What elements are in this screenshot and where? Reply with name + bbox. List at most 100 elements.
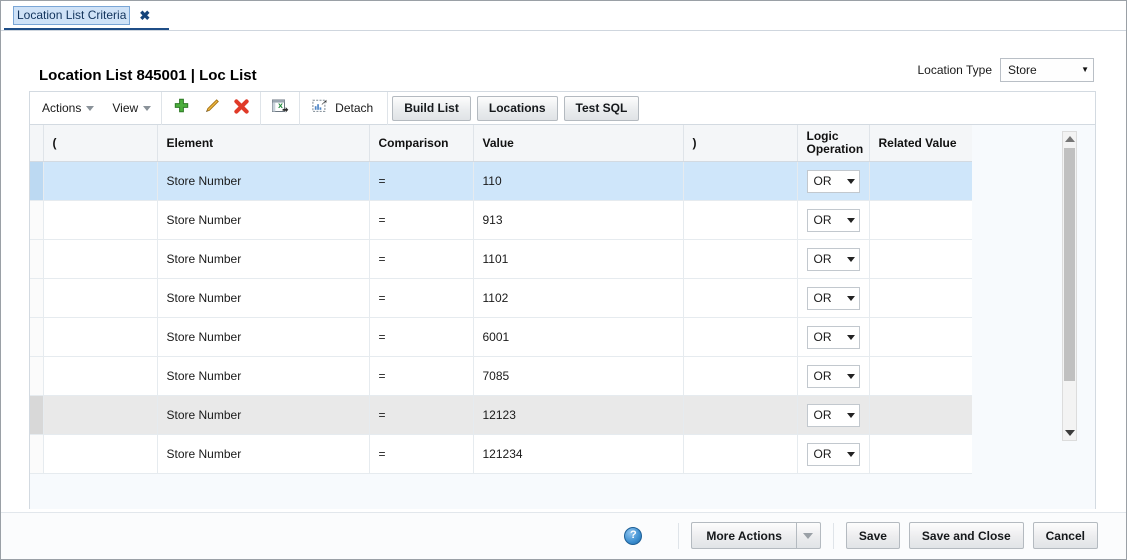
cell-element[interactable]: Store Number <box>157 434 370 474</box>
test-sql-button[interactable]: Test SQL <box>563 95 640 121</box>
cell-paren-close[interactable] <box>683 434 798 474</box>
cell-value[interactable]: 1101 <box>473 239 684 279</box>
cell-comparison[interactable]: = <box>369 434 474 474</box>
scroll-up-arrow-icon[interactable] <box>1063 132 1076 146</box>
row-selector-cell[interactable] <box>30 161 44 201</box>
row-selector-cell[interactable] <box>30 356 44 396</box>
cell-value[interactable]: 1102 <box>473 278 684 318</box>
table-row[interactable]: Store Number = 7085 OR <box>30 356 972 396</box>
column-header-related-value[interactable]: Related Value <box>869 125 972 162</box>
column-header-comparison[interactable]: Comparison <box>369 125 474 162</box>
cell-paren-close[interactable] <box>683 317 798 357</box>
cell-comparison[interactable]: = <box>369 317 474 357</box>
cell-value[interactable]: 7085 <box>473 356 684 396</box>
cell-paren-open[interactable] <box>43 278 158 318</box>
detach-button[interactable]: Detach <box>304 95 383 121</box>
cell-element[interactable]: Store Number <box>157 395 370 435</box>
logic-operation-select[interactable]: OR <box>806 247 860 271</box>
row-selector-cell[interactable] <box>30 278 44 318</box>
close-icon[interactable]: ✖ <box>139 9 150 22</box>
column-header-element[interactable]: Element <box>157 125 370 162</box>
cell-related-value[interactable] <box>869 395 972 435</box>
column-header-logic-operation[interactable]: Logic Operation <box>797 125 870 162</box>
cell-paren-close[interactable] <box>683 395 798 435</box>
cell-paren-open[interactable] <box>43 239 158 279</box>
actions-menu[interactable]: Actions <box>36 98 100 118</box>
cell-related-value[interactable] <box>869 317 972 357</box>
row-selector-cell[interactable] <box>30 200 44 240</box>
cell-related-value[interactable] <box>869 278 972 318</box>
vertical-scrollbar[interactable] <box>1062 131 1077 441</box>
cell-element[interactable]: Store Number <box>157 161 370 201</box>
table-row[interactable]: Store Number = 6001 OR <box>30 317 972 357</box>
cell-related-value[interactable] <box>869 356 972 396</box>
cell-element[interactable]: Store Number <box>157 356 370 396</box>
edit-row-button[interactable] <box>196 95 226 121</box>
cell-comparison[interactable]: = <box>369 239 474 279</box>
cell-related-value[interactable] <box>869 200 972 240</box>
cell-comparison[interactable]: = <box>369 161 474 201</box>
logic-operation-select[interactable]: OR <box>806 208 860 232</box>
table-row[interactable]: Store Number = 110 OR <box>30 161 972 201</box>
cell-paren-open[interactable] <box>43 317 158 357</box>
logic-operation-select[interactable]: OR <box>806 364 860 388</box>
row-selector-cell[interactable] <box>30 434 44 474</box>
table-row[interactable]: Store Number = 1102 OR <box>30 278 972 318</box>
cell-related-value[interactable] <box>869 161 972 201</box>
cell-comparison[interactable]: = <box>369 356 474 396</box>
cell-element[interactable]: Store Number <box>157 239 370 279</box>
cell-value[interactable]: 913 <box>473 200 684 240</box>
cell-paren-open[interactable] <box>43 161 158 201</box>
table-row[interactable]: Store Number = 913 OR <box>30 200 972 240</box>
cell-value[interactable]: 6001 <box>473 317 684 357</box>
more-actions-button[interactable]: More Actions <box>691 522 796 549</box>
cell-paren-open[interactable] <box>43 200 158 240</box>
save-button[interactable]: Save <box>845 522 900 549</box>
export-to-excel-button[interactable]: X <box>265 95 295 121</box>
tab-location-list-criteria[interactable]: Location List Criteria ✖ <box>13 4 150 27</box>
more-actions-dropdown-button[interactable] <box>795 522 821 549</box>
locations-button[interactable]: Locations <box>476 95 558 121</box>
cell-related-value[interactable] <box>869 434 972 474</box>
location-type-select[interactable]: Store ▼ <box>1000 58 1094 82</box>
cell-value[interactable]: 12123 <box>473 395 684 435</box>
cell-comparison[interactable]: = <box>369 395 474 435</box>
cell-paren-open[interactable] <box>43 395 158 435</box>
cell-comparison[interactable]: = <box>369 200 474 240</box>
table-row[interactable]: Store Number = 1101 OR <box>30 239 972 279</box>
help-icon[interactable]: ? <box>624 526 643 545</box>
build-list-button[interactable]: Build List <box>392 95 471 121</box>
cell-paren-close[interactable] <box>683 239 798 279</box>
save-and-close-button[interactable]: Save and Close <box>908 522 1024 549</box>
view-menu[interactable]: View <box>106 98 157 118</box>
column-header-paren-open[interactable]: ( <box>43 125 158 162</box>
cell-paren-close[interactable] <box>683 356 798 396</box>
delete-row-button[interactable] <box>226 95 256 121</box>
row-selector-cell[interactable] <box>30 239 44 279</box>
cell-paren-close[interactable] <box>683 200 798 240</box>
row-selector-cell[interactable] <box>30 317 44 357</box>
add-row-button[interactable] <box>166 95 196 121</box>
cell-paren-open[interactable] <box>43 356 158 396</box>
cancel-button[interactable]: Cancel <box>1032 522 1098 549</box>
scrollbar-thumb[interactable] <box>1064 148 1075 381</box>
cell-element[interactable]: Store Number <box>157 278 370 318</box>
cell-value[interactable]: 121234 <box>473 434 684 474</box>
cell-related-value[interactable] <box>869 239 972 279</box>
cell-comparison[interactable]: = <box>369 278 474 318</box>
logic-operation-select[interactable]: OR <box>806 442 860 466</box>
cell-paren-close[interactable] <box>683 161 798 201</box>
cell-paren-close[interactable] <box>683 278 798 318</box>
table-row[interactable]: Store Number = 121234 OR <box>30 434 972 474</box>
cell-value[interactable]: 110 <box>473 161 684 201</box>
logic-operation-select[interactable]: OR <box>806 403 860 427</box>
cell-element[interactable]: Store Number <box>157 317 370 357</box>
cell-element[interactable]: Store Number <box>157 200 370 240</box>
logic-operation-select[interactable]: OR <box>806 286 860 310</box>
logic-operation-select[interactable]: OR <box>806 325 860 349</box>
column-header-paren-close[interactable]: ) <box>683 125 798 162</box>
row-selector-cell[interactable] <box>30 395 44 435</box>
column-header-value[interactable]: Value <box>473 125 684 162</box>
scroll-down-arrow-icon[interactable] <box>1063 426 1076 440</box>
table-row[interactable]: Store Number = 12123 OR <box>30 395 972 435</box>
